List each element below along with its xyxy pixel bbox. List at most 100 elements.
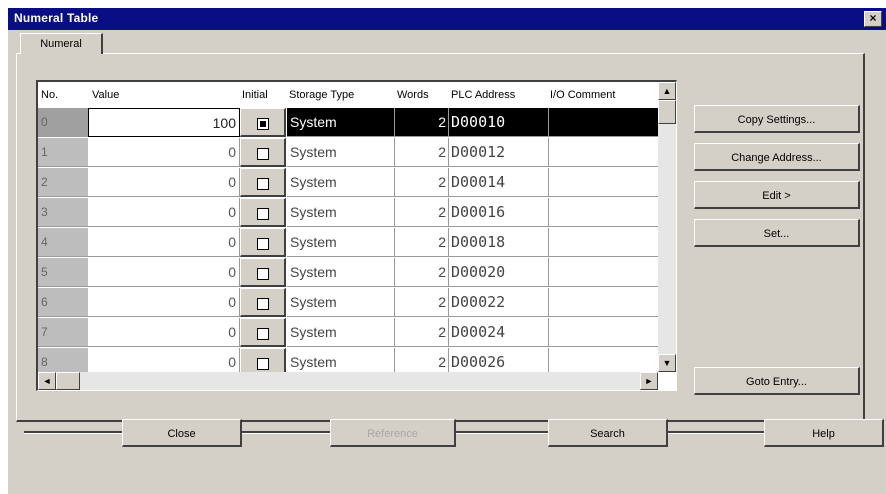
io-comment-cell[interactable] bbox=[549, 138, 658, 167]
column-header-storage-type[interactable]: Storage Type bbox=[289, 82, 395, 108]
arrow-right-icon[interactable]: ► bbox=[640, 372, 658, 390]
row-number: 7 bbox=[38, 318, 88, 347]
plc-address-cell[interactable]: D00020 bbox=[449, 258, 549, 287]
plc-address-cell[interactable]: D00012 bbox=[449, 138, 549, 167]
vertical-scroll-thumb[interactable] bbox=[658, 100, 676, 124]
table-row[interactable]: 5 0 System 2 D00020 bbox=[38, 258, 658, 288]
close-button[interactable]: Close bbox=[122, 419, 242, 447]
storage-type-cell[interactable]: System bbox=[287, 318, 395, 347]
column-header-io-comment[interactable]: I/O Comment bbox=[550, 82, 658, 108]
arrow-left-icon[interactable]: ◄ bbox=[38, 372, 56, 390]
title-bar: Numeral Table × bbox=[8, 8, 886, 30]
arrow-up-icon[interactable]: ▲ bbox=[658, 82, 676, 100]
storage-type-cell[interactable]: System bbox=[287, 288, 395, 317]
row-number: 1 bbox=[38, 138, 88, 167]
io-comment-cell[interactable] bbox=[549, 108, 658, 137]
storage-type-cell[interactable]: System bbox=[287, 258, 395, 287]
horizontal-scrollbar[interactable]: ◄ ► bbox=[38, 372, 658, 390]
value-cell[interactable]: 0 bbox=[88, 168, 240, 197]
storage-type-cell[interactable]: System bbox=[287, 168, 395, 197]
checkbox-icon[interactable] bbox=[257, 118, 269, 130]
value-cell[interactable]: 0 bbox=[88, 258, 240, 287]
initial-checkbox-cell[interactable] bbox=[240, 138, 286, 167]
initial-checkbox-cell[interactable] bbox=[240, 288, 286, 317]
words-cell[interactable]: 2 bbox=[395, 228, 449, 257]
window-title: Numeral Table bbox=[14, 11, 99, 25]
words-cell[interactable]: 2 bbox=[395, 318, 449, 347]
storage-type-cell[interactable]: System bbox=[287, 198, 395, 227]
initial-checkbox-cell[interactable] bbox=[240, 108, 286, 137]
change-address-button[interactable]: Change Address... bbox=[694, 143, 860, 171]
value-cell[interactable]: 0 bbox=[88, 288, 240, 317]
storage-type-cell[interactable]: System bbox=[287, 138, 395, 167]
column-header-plc-address[interactable]: PLC Address bbox=[451, 82, 549, 108]
plc-address-cell[interactable]: D00022 bbox=[449, 288, 549, 317]
value-cell[interactable]: 0 bbox=[88, 198, 240, 227]
plc-address-cell[interactable]: D00024 bbox=[449, 318, 549, 347]
table-row[interactable]: 3 0 System 2 D00016 bbox=[38, 198, 658, 228]
search-button[interactable]: Search bbox=[548, 419, 668, 447]
words-cell[interactable]: 2 bbox=[395, 258, 449, 287]
io-comment-cell[interactable] bbox=[549, 168, 658, 197]
words-cell[interactable]: 2 bbox=[395, 168, 449, 197]
io-comment-cell[interactable] bbox=[549, 318, 658, 347]
table-row[interactable]: 6 0 System 2 D00022 bbox=[38, 288, 658, 318]
words-cell[interactable]: 2 bbox=[395, 288, 449, 317]
table-row[interactable]: 2 0 System 2 D00014 bbox=[38, 168, 658, 198]
table-row[interactable]: 4 0 System 2 D00018 bbox=[38, 228, 658, 258]
table-row[interactable]: 0 100 System 2 D00010 bbox=[38, 108, 658, 138]
io-comment-cell[interactable] bbox=[549, 198, 658, 227]
value-cell[interactable]: 0 bbox=[88, 318, 240, 347]
checkbox-icon[interactable] bbox=[257, 298, 269, 310]
column-header-initial[interactable]: Initial bbox=[242, 82, 286, 108]
vertical-scrollbar[interactable]: ▲ ▼ bbox=[658, 82, 676, 372]
column-header-no[interactable]: No. bbox=[41, 82, 88, 108]
goto-entry-button[interactable]: Goto Entry... bbox=[694, 367, 860, 395]
initial-checkbox-cell[interactable] bbox=[240, 168, 286, 197]
copy-settings-button[interactable]: Copy Settings... bbox=[694, 105, 860, 133]
plc-address-cell[interactable]: D00018 bbox=[449, 228, 549, 257]
checkbox-icon[interactable] bbox=[257, 208, 269, 220]
row-number: 5 bbox=[38, 258, 88, 287]
plc-address-cell[interactable]: D00010 bbox=[449, 108, 549, 137]
checkbox-icon[interactable] bbox=[257, 178, 269, 190]
reference-button: Reference bbox=[330, 419, 456, 447]
value-cell[interactable]: 100 bbox=[88, 108, 240, 137]
set-button[interactable]: Set... bbox=[694, 219, 860, 247]
checkbox-icon[interactable] bbox=[257, 358, 269, 370]
io-comment-cell[interactable] bbox=[549, 228, 658, 257]
checkbox-icon[interactable] bbox=[257, 148, 269, 160]
value-cell[interactable]: 0 bbox=[88, 228, 240, 257]
io-comment-cell[interactable] bbox=[549, 258, 658, 287]
separator-line bbox=[668, 431, 764, 434]
column-header-words[interactable]: Words bbox=[397, 82, 449, 108]
words-cell[interactable]: 2 bbox=[395, 198, 449, 227]
help-button[interactable]: Help bbox=[764, 419, 884, 447]
storage-type-cell[interactable]: System bbox=[287, 108, 395, 137]
initial-checkbox-cell[interactable] bbox=[240, 318, 286, 347]
words-cell[interactable]: 2 bbox=[395, 108, 449, 137]
row-number: 3 bbox=[38, 198, 88, 227]
initial-checkbox-cell[interactable] bbox=[240, 198, 286, 227]
horizontal-scroll-thumb[interactable] bbox=[56, 372, 80, 390]
plc-address-cell[interactable]: D00016 bbox=[449, 198, 549, 227]
checkbox-icon[interactable] bbox=[257, 268, 269, 280]
words-cell[interactable]: 2 bbox=[395, 138, 449, 167]
separator-line bbox=[242, 431, 330, 434]
io-comment-cell[interactable] bbox=[549, 288, 658, 317]
arrow-down-icon[interactable]: ▼ bbox=[658, 354, 676, 372]
initial-checkbox-cell[interactable] bbox=[240, 228, 286, 257]
value-cell[interactable]: 0 bbox=[88, 138, 240, 167]
checkbox-icon[interactable] bbox=[257, 328, 269, 340]
storage-type-cell[interactable]: System bbox=[287, 228, 395, 257]
close-icon[interactable]: × bbox=[864, 11, 882, 27]
checkbox-icon[interactable] bbox=[257, 238, 269, 250]
plc-address-cell[interactable]: D00014 bbox=[449, 168, 549, 197]
edit-button[interactable]: Edit > bbox=[694, 181, 860, 209]
column-header-value[interactable]: Value bbox=[92, 82, 238, 108]
numeral-grid[interactable]: No. Value Initial Storage Type Words PLC… bbox=[36, 80, 677, 391]
initial-checkbox-cell[interactable] bbox=[240, 258, 286, 287]
table-row[interactable]: 1 0 System 2 D00012 bbox=[38, 138, 658, 168]
table-row[interactable]: 7 0 System 2 D00024 bbox=[38, 318, 658, 348]
tab-numeral[interactable]: Numeral bbox=[20, 33, 103, 54]
